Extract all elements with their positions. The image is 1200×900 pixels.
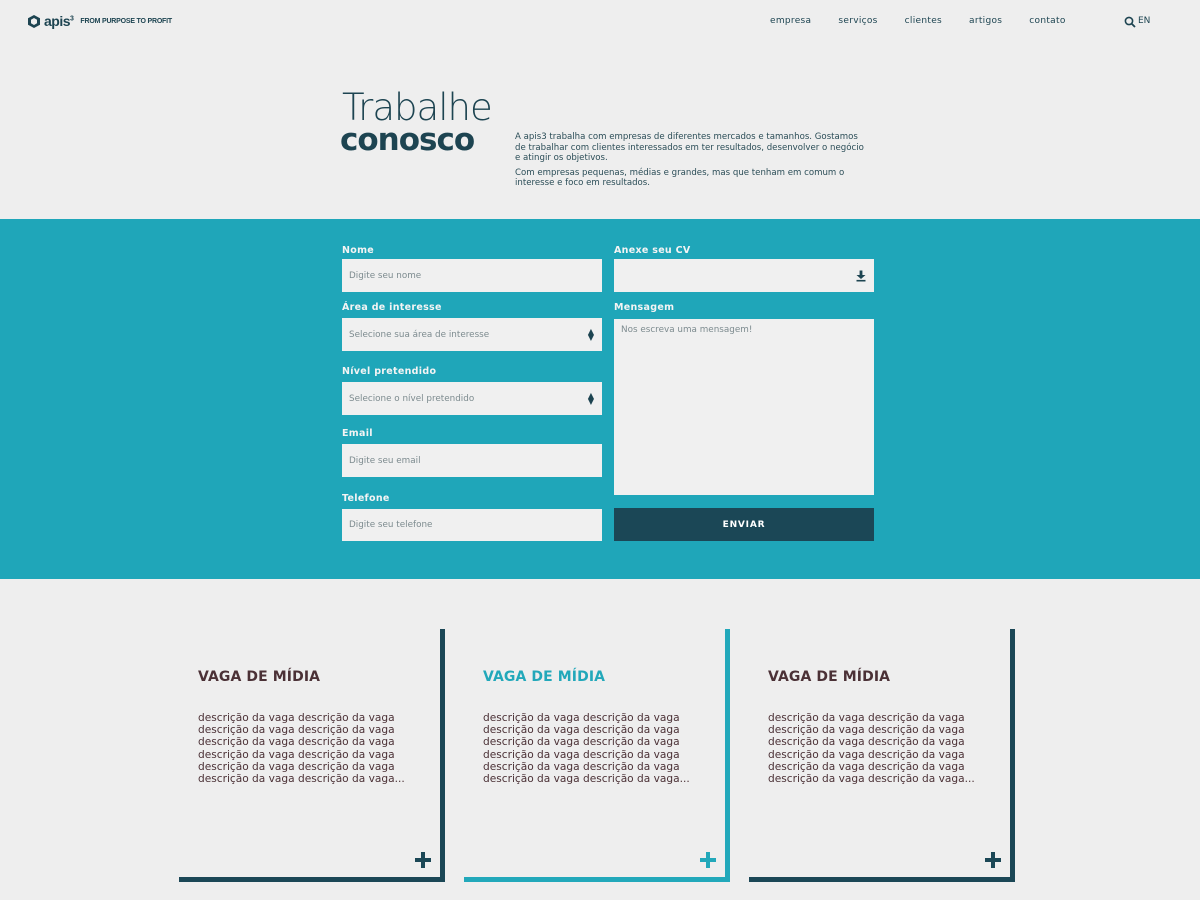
job-card-active[interactable]: VAGA DE MÍDIA descrição da vaga descriçã…: [464, 629, 730, 882]
logo-hexagon-icon: [28, 14, 40, 28]
select-arrows-icon: ▲ ▼: [587, 390, 594, 406]
area-label: Área de interesse: [342, 302, 442, 313]
name-label: Nome: [342, 245, 375, 256]
language-toggle[interactable]: EN: [1138, 16, 1150, 26]
logo-wordmark: apis3: [44, 13, 74, 29]
site-logo[interactable]: apis3 FROM PURPOSE TO PROFIT: [28, 13, 172, 29]
job-description: descrição da vaga descrição da vaga desc…: [768, 712, 975, 786]
logo-tagline: FROM PURPOSE TO PROFIT: [80, 17, 172, 25]
card-border-right: [1010, 629, 1015, 882]
email-label: Email: [342, 428, 373, 439]
phone-input[interactable]: Digite seu telefone: [342, 509, 602, 541]
level-label: Nível pretendido: [342, 366, 437, 377]
email-input[interactable]: Digite seu email: [342, 444, 602, 477]
intro-paragraph-2: Com empresas pequenas, médias e grandes,…: [515, 167, 845, 189]
job-description: descrição da vaga descrição da vaga desc…: [198, 712, 405, 786]
cv-upload-field[interactable]: [614, 259, 874, 292]
phone-placeholder: Digite seu telefone: [349, 520, 433, 530]
job-title: VAGA DE MÍDIA: [768, 669, 891, 685]
nav-link-servicos[interactable]: serviços: [838, 16, 877, 26]
phone-label: Telefone: [342, 493, 390, 504]
job-title: VAGA DE MÍDIA: [198, 669, 321, 685]
cv-label: Anexe seu CV: [614, 245, 691, 256]
nav-link-contato[interactable]: contato: [1029, 16, 1065, 26]
card-border-bottom: [749, 877, 1015, 882]
message-label: Mensagem: [614, 302, 675, 313]
email-placeholder: Digite seu email: [349, 455, 421, 466]
card-border-right: [440, 629, 445, 882]
name-input[interactable]: Digite seu nome: [342, 259, 602, 292]
message-placeholder: Nos escreva uma mensagem!: [621, 325, 753, 335]
nav-link-empresa[interactable]: empresa: [770, 16, 811, 26]
send-button[interactable]: ENVIAR: [614, 508, 874, 541]
plus-icon[interactable]: [985, 852, 1001, 868]
area-select[interactable]: Selecione sua área de interesse ▲ ▼: [342, 318, 602, 351]
job-card[interactable]: VAGA DE MÍDIA descrição da vaga descriçã…: [179, 629, 445, 882]
card-border-bottom: [464, 877, 730, 882]
card-border-bottom: [179, 877, 445, 882]
main-nav: empresa serviços clientes artigos contat…: [770, 16, 1093, 26]
message-textarea[interactable]: Nos escreva uma mensagem!: [614, 319, 874, 495]
job-title: VAGA DE MÍDIA: [483, 669, 606, 685]
level-select[interactable]: Selecione o nível pretendido ▲ ▼: [342, 382, 602, 415]
level-placeholder: Selecione o nível pretendido: [349, 393, 475, 404]
intro-paragraph-1: A apis3 trabalha com empresas de diferen…: [515, 132, 864, 163]
name-placeholder: Digite seu nome: [349, 270, 422, 281]
nav-link-clientes[interactable]: clientes: [905, 16, 942, 26]
intro-text: A apis3 trabalha com empresas de diferen…: [515, 132, 870, 189]
plus-icon[interactable]: [415, 852, 431, 868]
card-border-right: [725, 629, 730, 882]
job-description: descrição da vaga descrição da vaga desc…: [483, 712, 690, 786]
nav-link-artigos[interactable]: artigos: [969, 16, 1002, 26]
search-icon[interactable]: [1124, 16, 1136, 28]
download-icon[interactable]: [856, 270, 866, 281]
select-arrows-icon: ▲ ▼: [587, 326, 594, 342]
plus-icon[interactable]: [700, 852, 716, 868]
page-title-bold: conosco: [340, 122, 475, 158]
area-placeholder: Selecione sua área de interesse: [349, 329, 490, 340]
job-card[interactable]: VAGA DE MÍDIA descrição da vaga descriçã…: [749, 629, 1015, 882]
